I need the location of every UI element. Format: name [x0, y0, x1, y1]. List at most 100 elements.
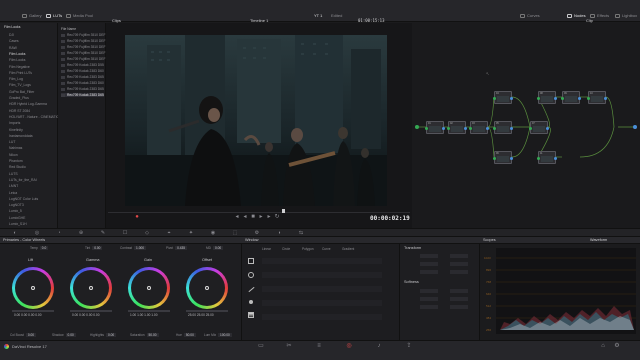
window-tool-tab[interactable]: Gradient — [342, 247, 354, 251]
grade-node[interactable]: 04 — [493, 91, 513, 104]
lut-folder-item[interactable]: Film Looks — [9, 58, 25, 62]
lut-folder-item[interactable]: Film Negative — [9, 65, 30, 69]
node-output-dot[interactable] — [510, 127, 513, 130]
color-tool-icon[interactable]: ⚙ — [254, 230, 260, 236]
shadow-param[interactable]: Shadow 0.00 — [52, 333, 76, 337]
video-frame[interactable] — [125, 35, 387, 206]
fairlight-page-icon[interactable]: ♪ — [376, 343, 382, 349]
lut-file-item[interactable]: Rec709 Kodak 2383 D65 — [61, 75, 104, 79]
rotate-field[interactable] — [420, 270, 438, 274]
grade-node[interactable]: 06 — [493, 151, 513, 164]
lut-file-item[interactable]: Rec709 Kodak 2383 D60 — [61, 69, 104, 73]
color-tool-icon[interactable]: ◑ — [276, 230, 282, 236]
wheel-values[interactable]: 1.00 1.00 1.00 1.00 — [130, 313, 157, 317]
node-input-dot[interactable] — [469, 127, 472, 130]
lut-folder-item[interactable]: LogNOT Color Luts — [9, 197, 38, 201]
grade-node[interactable]: 01 — [425, 121, 445, 134]
lut-folder-item[interactable]: Film Looks — [9, 52, 25, 56]
pan-field[interactable] — [420, 262, 438, 266]
node-input-dot[interactable] — [537, 157, 540, 160]
curve-window-icon[interactable] — [249, 300, 253, 304]
media-pool-button[interactable]: Media Pool — [66, 12, 93, 20]
wheel-master-slider[interactable] — [12, 310, 54, 312]
node-input-dot[interactable] — [529, 127, 532, 130]
grade-node[interactable]: 07 — [529, 121, 549, 134]
edit-page-icon[interactable]: ≡ — [316, 343, 322, 349]
lut-file-item[interactable]: Rec709 Fujifilm 3510 DEF — [61, 33, 105, 37]
viewer-scrubber[interactable] — [108, 212, 410, 213]
wheel-values[interactable]: 0.00 0.00 0.00 0.00 — [72, 313, 99, 317]
lut-folder-item[interactable]: Film Print LUTs — [9, 71, 32, 75]
color-wheel[interactable] — [70, 267, 112, 309]
play-reverse-icon[interactable]: ◂ — [242, 214, 248, 220]
window-tool-tab[interactable]: Curve — [322, 247, 331, 251]
lut-folder-item[interactable]: Graded_Plus — [9, 96, 29, 100]
grade-node[interactable]: 02 — [447, 121, 467, 134]
lut-file-item[interactable]: Rec709 Fujifilm 3510 DEF — [61, 57, 105, 61]
color-wheel[interactable] — [128, 267, 170, 309]
curves-button[interactable]: Curves — [520, 12, 540, 20]
node-output-dot[interactable] — [554, 97, 557, 100]
lut-folder-item[interactable]: LMNT — [9, 184, 18, 188]
lut-folder-item[interactable]: LUT — [9, 140, 15, 144]
color-wheel[interactable] — [12, 267, 54, 309]
lut-folder-item[interactable]: Phantom — [9, 159, 23, 163]
nodes-button[interactable]: Nodes — [567, 12, 586, 20]
soft1-field[interactable] — [420, 289, 438, 293]
cut-page-icon[interactable]: ✂ — [286, 343, 292, 349]
node-input-dot[interactable] — [587, 97, 590, 100]
lut-folder-item[interactable]: Cases — [9, 39, 19, 43]
color-tool-icon[interactable]: ✦ — [188, 230, 194, 236]
lut-file-item[interactable]: Rec709 Fujifilm 3510 DEF — [61, 45, 105, 49]
play-icon[interactable]: ▸ — [258, 214, 264, 220]
lut-folder-item[interactable]: LumixGHE — [9, 216, 25, 220]
highlights-param[interactable]: Highlights 0.00 — [90, 333, 117, 337]
grade-node[interactable]: 10 — [587, 91, 607, 104]
wheel-center-handle[interactable] — [31, 286, 35, 290]
node-input-dot[interactable] — [447, 127, 450, 130]
node-output-dot[interactable] — [510, 157, 513, 160]
node-editor[interactable]: 01 02 03 04 05 06 07 08 09 10 11 ↖ — [412, 23, 640, 228]
circle-window-icon[interactable] — [248, 272, 254, 278]
lut-folder-item[interactable]: DJI — [9, 33, 14, 37]
gallery-button[interactable]: Gallery — [22, 12, 42, 20]
deliver-page-icon[interactable]: ⇪ — [406, 343, 412, 349]
node-output-dot[interactable] — [464, 127, 467, 130]
grade-node[interactable]: 05 — [493, 121, 513, 134]
window-tool-tab[interactable]: Circle — [282, 247, 290, 251]
soft3-field[interactable] — [420, 297, 438, 301]
soft2-field[interactable] — [450, 289, 468, 293]
color-tool-icon[interactable]: ◔ — [56, 230, 62, 236]
playhead[interactable] — [282, 209, 285, 213]
node-input-dot[interactable] — [561, 97, 564, 100]
lut-folder-item[interactable]: Iraniamonddata — [9, 134, 33, 138]
wheel-values[interactable]: 25.00 25.00 25.00 — [188, 313, 214, 317]
pivot-param[interactable]: Pivot 0.435 — [166, 246, 188, 250]
lut-folder-item[interactable]: LUTS — [9, 172, 18, 176]
color-tool-icon[interactable]: ✎ — [100, 230, 106, 236]
skip-back-icon[interactable]: ◂ — [234, 214, 240, 220]
lut-file-item[interactable]: Rec709 Fujifilm 3510 DEF — [61, 51, 105, 55]
wheel-values[interactable]: 0.00 0.00 0.00 0.00 — [14, 313, 41, 317]
size-field[interactable] — [420, 254, 438, 258]
node-input-dot[interactable] — [537, 97, 540, 100]
color-tool-icon[interactable]: ☐ — [122, 230, 128, 236]
lut-folder-item[interactable]: Nikon — [9, 153, 18, 157]
lut-folder-item[interactable]: Leica — [9, 191, 17, 195]
inside-field[interactable] — [420, 305, 438, 309]
lum-mix-param[interactable]: Lum Mix 100.00 — [204, 333, 232, 337]
color-tool-icon[interactable]: ◇ — [144, 230, 150, 236]
col-boost-param[interactable]: Col Boost 0.00 — [10, 333, 37, 337]
opacity-field[interactable] — [450, 270, 468, 274]
window-tool-tab[interactable]: Linear — [262, 247, 271, 251]
lut-folder-item[interactable]: Kinefinity — [9, 128, 23, 132]
lut-folder-item[interactable]: HOLYART - Nature - CINEMATIC — [9, 115, 59, 119]
lut-folder-item[interactable]: Nahimas — [9, 146, 22, 150]
color-tool-icon[interactable]: ⬚ — [232, 230, 238, 236]
soft4-field[interactable] — [450, 297, 468, 301]
node-input-dot[interactable] — [493, 97, 496, 100]
lut-folder-item[interactable]: HDR ST 2084 — [9, 109, 30, 113]
settings-icon[interactable]: ⚙ — [614, 343, 620, 349]
outside-field[interactable] — [450, 305, 468, 309]
lut-folder-item[interactable]: Lumix_S1H — [9, 222, 27, 226]
